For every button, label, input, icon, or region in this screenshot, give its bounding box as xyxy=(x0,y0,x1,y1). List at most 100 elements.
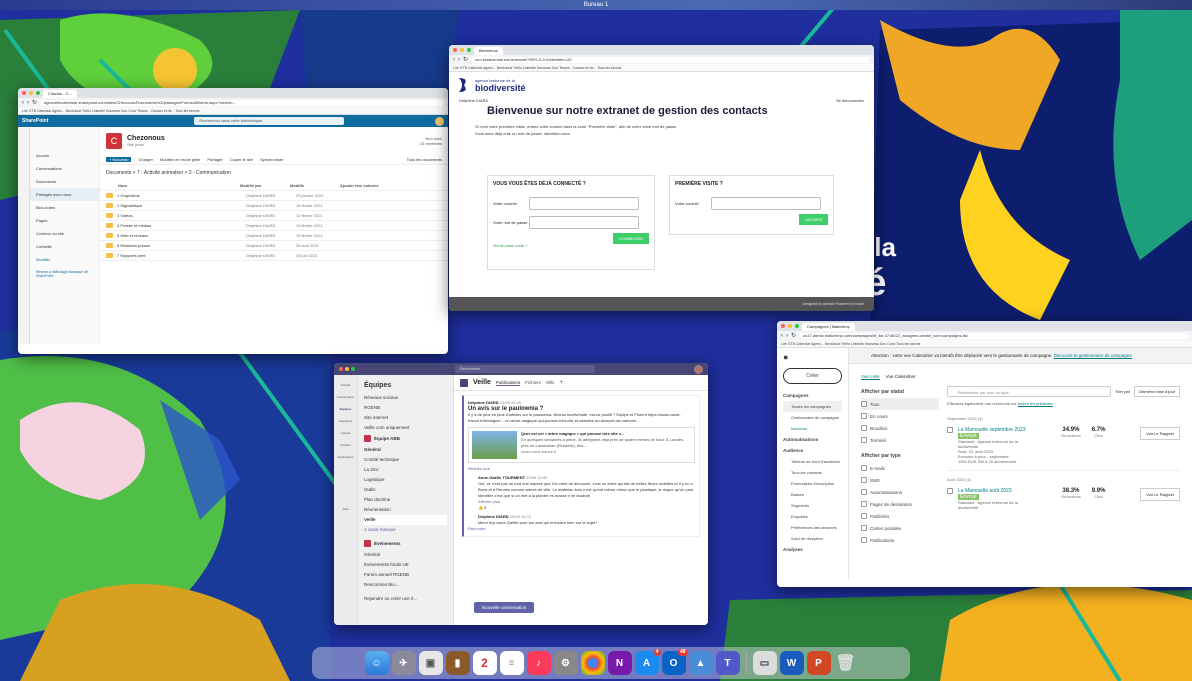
campaign-search-input[interactable]: Rechercher par nom ou type xyxy=(947,386,1112,397)
search-hint-link[interactable]: toutes les publicités xyxy=(1018,401,1053,406)
finder-icon[interactable]: ☺ xyxy=(364,651,389,675)
mailchimp-url-field[interactable]: us17.admin.mailchimp.com/campaigns/#f_li… xyxy=(799,332,1188,339)
channel-item[interactable]: Réorientation xyxy=(364,505,447,515)
channel-item[interactable]: Outils xyxy=(364,485,447,495)
sharepoint-window[interactable]: Clioziou - C... ‹ › ↻ agencebiodiversite… xyxy=(18,88,448,354)
nav-audience[interactable]: Audience xyxy=(783,445,842,456)
channel-item-veille[interactable]: Veille xyxy=(364,514,447,525)
rail-calendar[interactable]: Calendrier xyxy=(334,415,357,427)
nav-surveys[interactable]: Enquêtes xyxy=(783,511,842,522)
file-row[interactable]: 2 Signalétique Delphine DIARD 18 février 2… xyxy=(100,201,448,211)
type-postcards[interactable]: Cartes postales xyxy=(861,522,939,534)
add-tab-icon[interactable]: + xyxy=(559,380,563,386)
channel-item[interactable]: La Zinc xyxy=(364,465,447,475)
notice-link[interactable]: Découvrir le gestionnaire de campagne xyxy=(1054,353,1132,358)
channel-item[interactable]: Rencontres Bio... xyxy=(364,580,447,590)
notes-book-icon[interactable]: ▮ xyxy=(445,651,470,675)
nav-item-documents[interactable]: Documents xyxy=(30,175,99,188)
nav-analytics[interactable]: Analyses xyxy=(783,544,842,555)
campaign-row[interactable]: La Manouelle septembre 2023 Envoyé Stand… xyxy=(947,427,1180,471)
chrome-icon[interactable] xyxy=(580,651,605,675)
music-icon[interactable]: ♪ xyxy=(526,651,551,675)
file-row[interactable]: 6 Relations presse Delphine DIARD 28 avril… xyxy=(100,241,448,251)
type-landing[interactable]: Pages de destination xyxy=(861,498,939,510)
forward-icon[interactable]: › xyxy=(786,333,788,339)
share-button[interactable]: Partager xyxy=(207,157,222,162)
extranet-url-field[interactable]: crm.biodiversite.bzh/extranet/?RES-0-0-0… xyxy=(471,56,870,63)
mailchimp-browser-tab[interactable]: Campagnes | Mailchimp xyxy=(802,323,855,331)
avatar[interactable] xyxy=(694,364,703,374)
sharepoint-browser-tab[interactable]: Clioziou - C... xyxy=(43,90,78,98)
rail-calls[interactable]: Appels xyxy=(334,427,357,439)
file-row[interactable]: 1 Graphisme Delphine DIARD 25 janvier 2021 xyxy=(100,191,448,201)
nav-signup-forms[interactable]: Formulaires d'inscription xyxy=(783,478,842,489)
tab-calendar-view[interactable]: Vue Calendrier xyxy=(886,374,916,380)
view-report-button[interactable]: Voir Le Rapport xyxy=(1140,488,1180,501)
mission-control-space-bar[interactable]: Bureau 1 xyxy=(0,0,1192,10)
nav-item-shared[interactable]: Partagés avec nous xyxy=(30,188,99,201)
join-team-link[interactable]: Rejoindre ou créer une é... xyxy=(364,594,447,604)
preview-icon[interactable]: ▣ xyxy=(418,651,443,675)
reload-icon[interactable]: ↻ xyxy=(463,57,468,63)
rail-help[interactable]: Aide xyxy=(334,503,357,515)
password-field[interactable] xyxy=(529,216,639,229)
nav-automations[interactable]: Automatisations xyxy=(783,434,842,445)
create-button[interactable]: Créer xyxy=(783,368,842,384)
channel-item[interactable]: Veille com uniquement xyxy=(364,423,447,433)
launchpad-icon[interactable]: ✈ xyxy=(391,651,416,675)
sharepoint-bookmarks-bar[interactable]: Lire GTB Calendar Agenc... Nextcloud Tre… xyxy=(18,107,448,115)
teams-search-input[interactable]: Rechercher xyxy=(455,365,595,373)
validate-button[interactable]: VALIDER xyxy=(799,214,828,225)
new-conversation-button[interactable]: Nouvelle conversation xyxy=(474,602,535,613)
nav-campaign-manager[interactable]: Gestionnaire de campagne xyxy=(783,412,842,423)
nav-item-conversations[interactable]: Conversations xyxy=(30,162,99,175)
mailchimp-bookmarks-bar[interactable]: Lire GTB Calendar Agenc... Nextcloud Tre… xyxy=(777,340,1192,348)
nav-preferences[interactable]: Préférences des abonnés xyxy=(783,522,842,533)
row-checkbox[interactable] xyxy=(947,427,953,433)
channel-item[interactable]: Logistique xyxy=(364,475,447,485)
nav-audience-dashboard[interactable]: Tableau de bord d'audience xyxy=(783,456,842,467)
nav-campaigns[interactable]: Campagnes xyxy=(783,390,842,401)
grid-edit-button[interactable]: Modifier en mode grille xyxy=(160,157,200,162)
file-row[interactable]: 7 Rapports print Delphine DIARD 28 juin 20… xyxy=(100,251,448,261)
forward-icon[interactable]: › xyxy=(27,100,29,106)
sharepoint-url-field[interactable]: agencebiodiversite.sharepoint.com/sites/… xyxy=(40,99,444,106)
sort-select[interactable]: Dernière mise à jour xyxy=(1133,386,1180,397)
col-add[interactable]: Ajouter une colonne xyxy=(340,183,379,188)
forward-icon[interactable]: › xyxy=(458,57,460,63)
avatar[interactable] xyxy=(435,116,444,126)
trash-icon[interactable]: 🗑 xyxy=(834,651,858,675)
team-item[interactable]: Équipe ABB xyxy=(364,433,447,445)
sharepoint-search-input[interactable]: Rechercher dans cette bibliothèque xyxy=(194,117,345,125)
channel-item[interactable]: Comité technique xyxy=(364,455,447,465)
channel-item[interactable]: Général xyxy=(364,550,447,560)
teams-icon[interactable]: T xyxy=(715,651,740,675)
channel-item[interactable]: RGENB xyxy=(364,403,447,413)
tab-files[interactable]: Fichiers xyxy=(525,380,541,385)
nav-item-notebook[interactable]: Bloc-notes xyxy=(30,201,99,214)
nav-item-pages[interactable]: Pages xyxy=(30,214,99,227)
members-button[interactable]: 15 membres xyxy=(420,141,442,146)
campaign-row[interactable]: La Manouelle août 2023 Envoyé Standard ·… xyxy=(947,488,1180,510)
onenote-icon[interactable]: N xyxy=(607,651,632,675)
tab-publications[interactable]: Publications xyxy=(495,380,521,386)
col-modified[interactable]: Modifié xyxy=(290,183,340,188)
file-row[interactable]: 4 Presse et médias Delphine DIARD 10 févri… xyxy=(100,221,448,231)
outlook-icon[interactable]: O 48 xyxy=(661,649,688,675)
status-draft[interactable]: Brouillon xyxy=(861,422,939,434)
status-ongoing[interactable]: En cours xyxy=(861,410,939,422)
col-name[interactable]: Nom xyxy=(100,183,240,188)
channel-item[interactable]: Général xyxy=(364,445,447,455)
link-preview[interactable]: Quel est cet « arbre magique » qui pouss… xyxy=(468,427,695,463)
breadcrumb[interactable]: Documents > 7 - Activité animation > 2 -… xyxy=(100,165,448,181)
nav-all-campaigns[interactable]: Toutes les campagnes xyxy=(783,401,842,412)
extranet-window[interactable]: Bienvenue ‹ › ↻ crm.biodiversite.bzh/ext… xyxy=(449,45,874,311)
mailchimp-window[interactable]: Campagnes | Mailchimp ‹ › ↻ us17.admin.m… xyxy=(777,321,1192,587)
nav-item-recycle-bin[interactable]: Corbeille xyxy=(30,240,99,253)
nav-segments[interactable]: Segments xyxy=(783,500,842,511)
channel-item[interactable]: Réseaux sociaux xyxy=(364,393,447,403)
channel-item[interactable]: Plan doctrine xyxy=(364,495,447,505)
sharepoint-app-name[interactable]: SharePoint xyxy=(22,118,48,124)
nav-all-contacts[interactable]: Tous les contacts xyxy=(783,467,842,478)
back-icon[interactable]: ‹ xyxy=(453,57,455,63)
